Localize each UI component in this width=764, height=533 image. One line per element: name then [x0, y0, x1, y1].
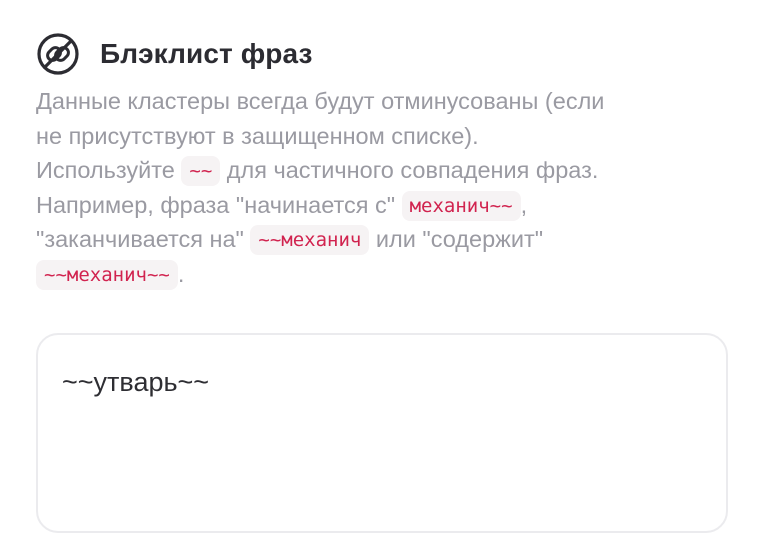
blacklist-textarea-value[interactable]: ~~утварь~~ — [62, 367, 209, 398]
no-link-icon — [36, 32, 80, 76]
code-tilde-operator: ~~ — [181, 156, 221, 186]
description-line: ~~механич~~. — [36, 257, 736, 292]
description-line: "заканчивается на" ~~механич или "содерж… — [36, 222, 736, 257]
description-line: Например, фраза "начинается с" механич~~… — [36, 188, 736, 223]
description-text: . — [177, 260, 185, 287]
description-line: Используйте ~~ для частичного совпадения… — [36, 153, 736, 188]
blacklist-textarea[interactable]: ~~утварь~~ — [36, 333, 728, 533]
code-example-ends-with: ~~механич — [250, 225, 370, 255]
description-text: , — [520, 191, 528, 218]
description-text: Например, фраза "начинается с" — [36, 191, 396, 218]
section-title: Блэклист фраз — [100, 38, 313, 69]
code-example-contains: ~~механич~~ — [36, 259, 178, 290]
section-header: Блэклист фраз — [36, 32, 313, 76]
description-text: "заканчивается на" — [36, 226, 244, 252]
description-text: Используйте — [36, 157, 175, 183]
description-line: Данные кластеры всегда будут отминусован… — [36, 88, 605, 114]
description-line: не присутствуют в защищенном списке). — [36, 122, 479, 149]
section-description: Данные кластеры всегда будут отминусован… — [36, 84, 736, 291]
description-text: или "содержит" — [375, 226, 544, 252]
description-text: для частичного совпадения фраз. — [226, 157, 599, 183]
code-example-starts-with: механич~~ — [401, 190, 521, 221]
